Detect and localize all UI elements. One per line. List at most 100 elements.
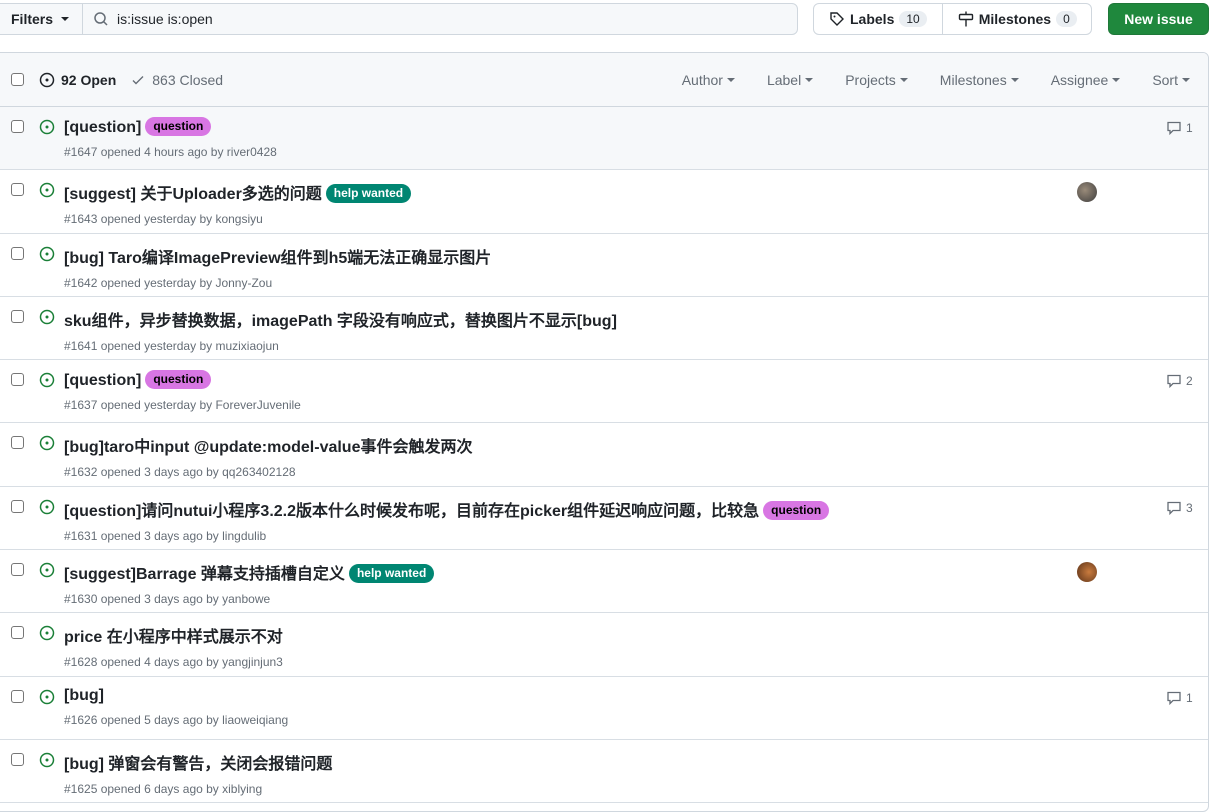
issue-meta: #1628 opened 4 days ago by yangjinjun3 — [64, 655, 283, 670]
caret-down-icon — [899, 77, 908, 82]
issues-list-header: 92 Open 863 Closed Author Label Projects Mi… — [0, 53, 1208, 107]
caret-down-icon — [726, 77, 735, 82]
filter-assignee-dropdown[interactable]: Assignee — [1039, 72, 1133, 88]
issue-checkbox[interactable] — [11, 183, 24, 197]
label-badge[interactable]: question — [145, 370, 212, 390]
issue-open-icon — [39, 246, 55, 261]
issue-meta: #1643 opened yesterday by kongsiyu — [64, 212, 263, 227]
issue-checkbox[interactable] — [11, 373, 24, 387]
caret-down-icon — [1112, 77, 1121, 82]
issue-checkbox[interactable] — [11, 436, 24, 450]
issue-row: [bug] 弹窗会有警告，关闭会报错问题 #1625 opened 6 days… — [0, 740, 1208, 804]
issue-row: [question] question #1637 opened yesterda… — [0, 360, 1208, 424]
comments-link[interactable]: 1 — [1166, 690, 1193, 706]
issue-open-icon — [39, 372, 55, 388]
filters-dropdown[interactable]: Filters — [0, 4, 83, 34]
closed-issues-tab[interactable]: 863 Closed — [130, 72, 223, 88]
open-issues-tab[interactable]: 92 Open — [39, 72, 116, 88]
filter-label: Sort — [1152, 71, 1178, 88]
labels-button[interactable]: Labels 10 — [814, 4, 942, 34]
issue-row: [suggest]Barrage 弹幕支持插槽自定义 help wanted #1… — [0, 550, 1208, 614]
closed-count: 863 Closed — [152, 71, 224, 88]
select-all-checkbox[interactable] — [11, 73, 24, 86]
issue-meta: #1647 opened 4 hours ago by river0428 — [64, 145, 277, 159]
milestone-icon — [958, 11, 973, 27]
issue-title-link[interactable]: [bug]taro中input @update:model-value事件会触发… — [64, 439, 472, 456]
issue-checkbox[interactable] — [11, 689, 24, 703]
filter-milestones-dropdown[interactable]: Milestones — [928, 72, 1031, 88]
comment-icon — [1167, 121, 1181, 136]
issue-row: [bug]taro中input @update:model-value事件会触发… — [0, 423, 1208, 487]
issue-row: sku组件，异步替换数据，imagePath 字段没有响应式，替换图片不显示[b… — [0, 297, 1208, 361]
search-field[interactable] — [83, 4, 797, 34]
issue-meta: #1637 opened yesterday by ForeverJuvenil… — [64, 398, 301, 413]
label-badge[interactable]: question — [763, 500, 830, 520]
comments-link[interactable]: 3 — [1166, 500, 1193, 516]
filter-label: Label — [766, 71, 802, 88]
label-badge[interactable]: question — [145, 117, 212, 136]
caret-down-icon — [805, 77, 814, 82]
comments-link[interactable]: 2 — [1166, 373, 1193, 389]
milestones-text: Milestones — [978, 11, 1052, 27]
issue-open-icon — [39, 183, 55, 198]
comment-icon — [1167, 375, 1181, 389]
issue-title-link[interactable]: sku组件，异步替换数据，imagePath 字段没有响应式，替换图片不显示[b… — [64, 313, 617, 330]
filter-label: Assignee — [1050, 71, 1109, 88]
issue-meta: #1625 opened 6 days ago by xiblying — [64, 781, 263, 796]
issue-row: [question] question #1647 opened 4 hours … — [0, 107, 1208, 171]
issue-title-link[interactable]: [suggest]Barrage 弹幕支持插槽自定义 — [64, 566, 345, 583]
milestones-count: 0 — [1056, 11, 1077, 27]
issue-title-link[interactable]: [question] — [64, 372, 141, 389]
comment-count: 1 — [1186, 121, 1193, 135]
issue-title-link[interactable]: [question]请问nutui小程序3.2.2版本什么时候发布呢，目前存在p… — [64, 503, 759, 520]
comments-link[interactable]: 1 — [1166, 120, 1193, 136]
issue-title-link[interactable]: [suggest] 关于Uploader多选的问题 — [64, 186, 322, 203]
issue-title-link[interactable]: [bug] Taro编译ImagePreview组件到h5端无法正确显示图片 — [64, 250, 491, 267]
issue-meta: #1641 opened yesterday by muzixiaojun — [64, 338, 279, 353]
search-icon — [94, 12, 108, 26]
issue-checkbox[interactable] — [11, 309, 24, 323]
issue-title-link[interactable]: [bug] 弹窗会有警告，关闭会报错问题 — [64, 756, 332, 773]
issue-open-icon — [39, 309, 55, 325]
issue-title-link[interactable]: price 在小程序中样式展示不对 — [64, 629, 283, 646]
issue-checkbox[interactable] — [11, 752, 24, 766]
issue-open-icon — [39, 72, 55, 87]
issue-checkbox[interactable] — [11, 626, 24, 640]
caret-down-icon — [1182, 77, 1190, 82]
assignee-avatar[interactable] — [1077, 562, 1097, 583]
issue-open-icon — [39, 689, 55, 704]
assignee-avatar[interactable] — [1077, 182, 1097, 203]
issue-open-icon — [39, 499, 55, 515]
issue-open-icon — [39, 119, 55, 135]
caret-down-icon — [1010, 77, 1019, 82]
label-badge[interactable]: help wanted — [325, 184, 412, 204]
issue-checkbox[interactable] — [11, 563, 24, 577]
issue-title-link[interactable]: [bug] — [64, 687, 104, 704]
filter-projects-dropdown[interactable]: Projects — [833, 72, 920, 88]
issue-row: price 在小程序中样式展示不对 #1628 opened 4 days ag… — [0, 613, 1208, 677]
issue-open-icon — [39, 562, 55, 578]
issue-open-icon — [39, 626, 55, 641]
issue-open-icon — [39, 752, 55, 768]
issue-checkbox[interactable] — [11, 120, 24, 133]
label-badge[interactable]: help wanted — [348, 564, 435, 584]
issue-row: [suggest] 关于Uploader多选的问题 help wanted #16… — [0, 170, 1208, 234]
issue-checkbox[interactable] — [11, 499, 24, 513]
open-count: 92 Open — [61, 71, 117, 88]
labels-milestones-group: Labels 10 Milestones 0 — [813, 3, 1092, 35]
search-input[interactable] — [117, 11, 717, 27]
comment-icon — [1167, 691, 1181, 705]
filter-author-dropdown[interactable]: Author — [670, 72, 747, 88]
issue-row: [bug] #1626 opened 5 days ago by liaowei… — [0, 677, 1208, 740]
filter-label-dropdown[interactable]: Label — [755, 72, 825, 88]
issue-checkbox[interactable] — [11, 246, 24, 260]
comment-count: 2 — [1186, 374, 1193, 389]
issue-title-link[interactable]: [question] — [64, 119, 141, 136]
new-issue-button[interactable]: New issue — [1108, 3, 1209, 35]
milestones-button[interactable]: Milestones 0 — [941, 4, 1092, 34]
filter-sort-dropdown[interactable]: Sort — [1140, 72, 1202, 88]
tag-icon — [830, 12, 844, 26]
comment-count: 3 — [1186, 500, 1193, 515]
issue-meta: #1630 opened 3 days ago by yanbowe — [64, 592, 271, 607]
check-icon — [132, 75, 144, 84]
